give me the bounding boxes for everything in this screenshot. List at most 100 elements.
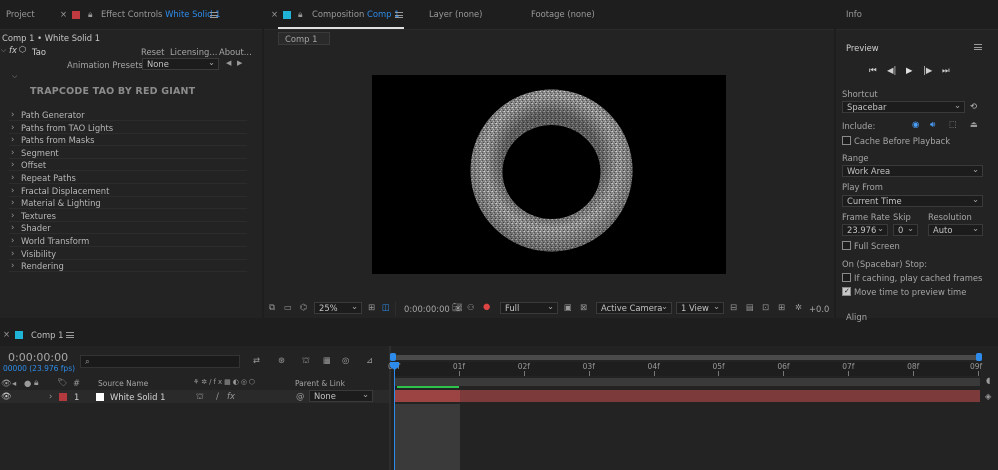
about-link[interactable]: About... <box>219 47 252 57</box>
effect-group-row[interactable]: › Paths from TAO Lights <box>9 122 247 134</box>
skip-dropdown[interactable]: 0 <box>893 223 918 236</box>
fx-icon[interactable]: fx <box>9 46 17 55</box>
chevron-right-icon[interactable]: › <box>11 160 14 169</box>
first-frame-icon[interactable]: ⏮︎ <box>869 66 877 75</box>
transparency-grid-icon[interactable]: ⊠ <box>580 303 587 312</box>
zoom-dropdown[interactable]: 25% <box>314 301 362 314</box>
tab-composition[interactable]: Composition Comp 1 <box>312 9 399 19</box>
chevron-right-icon[interactable]: › <box>11 261 14 270</box>
region-icon[interactable]: ▣ <box>564 303 572 312</box>
effect-group-row[interactable]: › Visibility <box>9 248 247 260</box>
viewer-timecode[interactable]: 0:00:00:00 <box>404 304 450 314</box>
prev-preset-icon[interactable]: ◀ <box>226 60 231 67</box>
licensing-link[interactable]: Licensing... <box>170 47 217 57</box>
chevron-right-icon[interactable]: › <box>11 198 14 207</box>
flowchart-icon[interactable]: ⊞ <box>778 303 785 312</box>
chevron-right-icon[interactable]: › <box>11 248 14 257</box>
panel-menu-icon[interactable] <box>210 12 218 18</box>
layer-duration-bar[interactable] <box>394 390 980 402</box>
tab-footage[interactable]: Footage (none) <box>531 9 595 19</box>
include-audio-icon[interactable]: 🔊︎ <box>930 120 935 129</box>
color-channels-icon[interactable]: ● <box>483 302 490 311</box>
play-icon[interactable]: ▶︎ <box>906 66 912 75</box>
chevron-right-icon[interactable]: › <box>11 147 14 156</box>
camera-dropdown[interactable]: Active Camera <box>596 301 672 314</box>
next-preset-icon[interactable]: ▶ <box>237 60 242 67</box>
effect-group-row[interactable]: › Material & Lighting <box>9 197 247 210</box>
plugin-banner: TRAPCODE TAO BY RED GIANT <box>30 86 196 97</box>
effect-group-row[interactable]: › World Transform <box>9 235 247 247</box>
ruler-tick-mark <box>653 371 655 376</box>
exposure-icon[interactable]: ✲ <box>795 303 802 312</box>
shortcut-dropdown[interactable]: Spacebar <box>842 100 965 113</box>
prev-frame-icon[interactable]: ◀︎| <box>887 66 896 75</box>
chevron-right-icon[interactable]: › <box>11 135 14 144</box>
effect-group-row[interactable]: › Rendering <box>9 260 247 273</box>
toggle-pixel-aspect-icon[interactable]: ⊟ <box>730 303 737 312</box>
panel-menu-icon[interactable] <box>974 44 982 50</box>
if-caching-checkbox[interactable] <box>842 273 851 282</box>
include-export-icon[interactable]: ⏏︎ <box>970 120 978 129</box>
include-overlays-icon[interactable]: ⬚ <box>949 120 957 129</box>
chevron-right-icon[interactable]: › <box>11 110 14 119</box>
reset-link[interactable]: Reset <box>141 47 164 57</box>
region-of-interest-icon[interactable]: ◫ <box>382 303 390 312</box>
effect-group-row[interactable]: › Textures <box>9 210 247 222</box>
fit-icon[interactable]: ⊞ <box>368 303 375 312</box>
chevron-right-icon[interactable]: › <box>11 210 14 219</box>
current-time-indicator[interactable] <box>394 362 395 470</box>
vr-goggles-icon[interactable]: ⌬ <box>300 303 307 312</box>
monitor-icon[interactable]: ▭ <box>284 303 292 312</box>
keyframe-nav-icon[interactable]: ◈ <box>985 392 991 401</box>
effect-group-row[interactable]: › Segment <box>9 147 247 159</box>
lock-icon[interactable]: 🔒︎ <box>88 10 92 19</box>
resolution-dropdown[interactable]: Auto <box>928 223 983 236</box>
play-from-dropdown[interactable]: Current Time <box>842 194 983 207</box>
last-frame-icon[interactable]: ⏭︎ <box>942 66 950 75</box>
range-dropdown[interactable]: Work Area <box>842 164 983 177</box>
lock-icon[interactable]: 🔒︎ <box>298 10 302 19</box>
fast-previews-icon[interactable]: ⊡ <box>762 303 769 312</box>
tab-effect-controls[interactable]: Effect Controls White Solid 1 <box>101 9 221 19</box>
comp-canvas[interactable] <box>372 75 726 274</box>
effect-group-label: Path Generator <box>21 110 85 120</box>
info-title[interactable]: Info <box>846 9 862 19</box>
animation-presets-dropdown[interactable]: None <box>142 57 219 70</box>
chevron-down-icon[interactable]: ⌵ <box>12 73 17 80</box>
align-title: Align <box>846 312 868 322</box>
move-time-checkbox[interactable]: ✓ <box>842 287 851 296</box>
effect-group-label: Repeat Paths <box>21 173 76 183</box>
cache-before-playback-checkbox[interactable] <box>842 136 851 145</box>
include-video-icon[interactable]: ◉ <box>912 120 919 129</box>
chevron-right-icon[interactable]: › <box>11 185 14 194</box>
chevron-down-icon[interactable]: ⌵ <box>1 47 6 54</box>
resolution-dropdown[interactable]: Full <box>500 301 558 314</box>
effect-group-row[interactable]: › Paths from Masks <box>9 134 247 147</box>
effect-group-row[interactable]: › Path Generator <box>9 109 247 121</box>
always-preview-icon[interactable]: ⧉ <box>269 303 275 312</box>
draft-3d-icon[interactable]: ▤ <box>746 303 754 312</box>
camera-snapshot-icon[interactable]: 📷︎ <box>452 303 463 312</box>
reset-shortcut-icon[interactable]: ⟲ <box>970 102 977 111</box>
view-layout-dropdown[interactable]: 1 View <box>676 301 724 314</box>
next-frame-icon[interactable]: |▶︎ <box>923 66 932 75</box>
full-screen-checkbox[interactable] <box>842 241 851 250</box>
frame-rate-dropdown[interactable]: 23.976 <box>842 223 888 236</box>
tab-layer[interactable]: Layer (none) <box>429 9 482 19</box>
chevron-right-icon[interactable]: › <box>11 173 14 182</box>
comp-subtab[interactable]: Comp 1 <box>278 32 330 45</box>
tab-project[interactable]: Project <box>6 9 35 19</box>
close-icon[interactable]: × <box>271 10 278 19</box>
exposure-value[interactable]: +0.0 <box>809 304 829 314</box>
chevron-right-icon[interactable]: › <box>11 236 14 245</box>
zoom-slider-icon[interactable]: ◖ <box>986 376 990 385</box>
effect-group-row[interactable]: › Fractal Displacement <box>9 185 247 197</box>
show-snapshot-icon[interactable]: ⚇ <box>467 303 475 312</box>
effect-group-row[interactable]: › Offset <box>9 159 247 172</box>
chevron-right-icon[interactable]: › <box>11 122 14 131</box>
close-icon[interactable]: × <box>60 10 67 19</box>
effect-group-row[interactable]: › Shader <box>9 222 247 235</box>
chevron-right-icon[interactable]: › <box>11 223 14 232</box>
panel-menu-icon[interactable] <box>395 12 403 18</box>
effect-group-row[interactable]: › Repeat Paths <box>9 172 247 184</box>
